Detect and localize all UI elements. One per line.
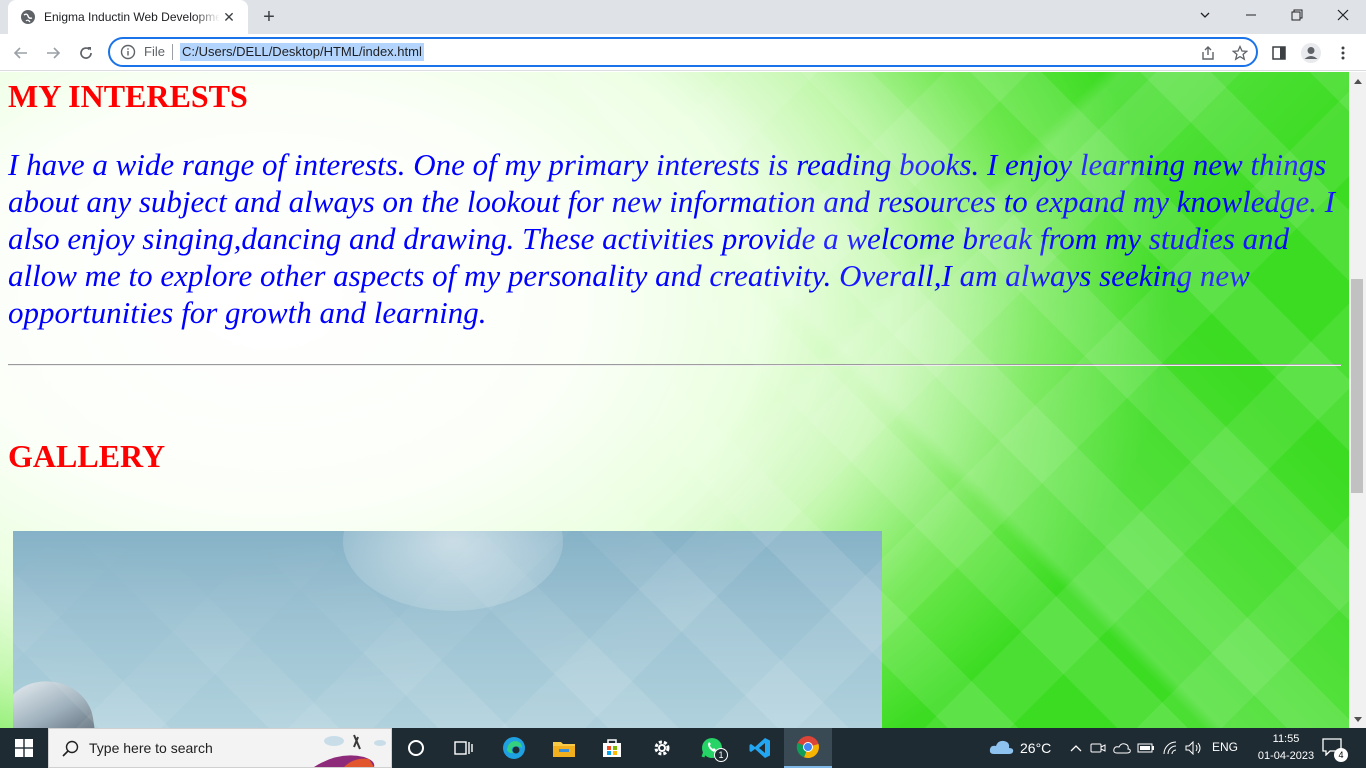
address-bar[interactable]: File C:/Users/DELL/Desktop/HTML/index.ht… <box>108 37 1258 67</box>
share-icon[interactable] <box>1198 43 1218 63</box>
windows-taskbar: Type here to search 1 26°C ENG 11:55 01-… <box>0 728 1366 768</box>
vertical-scrollbar[interactable] <box>1349 72 1366 728</box>
scrollbar-thumb[interactable] <box>1351 279 1363 493</box>
clock[interactable]: 11:55 01-04-2023 <box>1256 731 1316 765</box>
scroll-down-arrow-icon[interactable] <box>1349 711 1366 728</box>
cloud-icon <box>988 738 1014 759</box>
browser-tab[interactable]: Enigma Inductin Web Development ✕ <box>8 0 248 34</box>
windows-start-icon[interactable] <box>0 728 48 768</box>
info-icon[interactable] <box>120 44 136 60</box>
side-panel-icon[interactable] <box>1266 40 1292 66</box>
clock-time: 11:55 <box>1272 733 1300 745</box>
interests-heading: MY INTERESTS <box>8 78 248 114</box>
gallery-image <box>13 531 882 728</box>
microsoft-store-icon[interactable] <box>588 728 636 768</box>
globe-icon <box>20 9 36 25</box>
search-icon <box>61 739 81 759</box>
cortana-icon[interactable] <box>392 728 440 768</box>
bookmark-star-icon[interactable] <box>1230 43 1250 63</box>
sky-glow <box>343 531 563 611</box>
restore-icon[interactable] <box>1274 0 1320 30</box>
section-divider <box>8 364 1341 366</box>
snowy-rock <box>13 675 99 728</box>
close-tab-icon[interactable]: ✕ <box>220 8 238 26</box>
notification-center-icon[interactable]: 4 <box>1322 738 1348 762</box>
vscode-icon[interactable] <box>736 728 784 768</box>
interests-paragraph: I have a wide range of interests. One of… <box>8 147 1336 330</box>
tab-search-icon[interactable] <box>1182 0 1228 30</box>
chrome-icon[interactable] <box>784 728 832 768</box>
clock-date: 01-04-2023 <box>1257 750 1315 762</box>
meet-now-icon[interactable] <box>1088 738 1108 758</box>
taskbar-search-box[interactable]: Type here to search <box>48 728 392 768</box>
language-indicator[interactable]: ENG <box>1212 740 1238 754</box>
battery-icon[interactable] <box>1136 738 1156 758</box>
task-view-icon[interactable] <box>440 728 488 768</box>
settings-gear-icon[interactable] <box>638 728 686 768</box>
tab-title: Enigma Inductin Web Development <box>44 10 220 24</box>
close-window-icon[interactable] <box>1320 0 1366 30</box>
search-placeholder: Type here to search <box>89 740 213 756</box>
forward-arrow-icon[interactable] <box>40 40 66 66</box>
minimize-icon[interactable] <box>1228 0 1274 30</box>
search-highlight-art <box>314 731 392 767</box>
edge-icon[interactable] <box>490 728 538 768</box>
chevron-up-icon[interactable] <box>1066 738 1086 758</box>
profile-avatar[interactable] <box>1298 40 1324 66</box>
page-viewport: MY INTERESTS I have a wide range of inte… <box>0 72 1349 728</box>
volume-icon[interactable] <box>1184 738 1204 758</box>
whatsapp-badge: 1 <box>714 748 728 762</box>
new-tab-button[interactable]: + <box>258 6 280 28</box>
scroll-up-arrow-icon[interactable] <box>1349 72 1366 89</box>
notification-count: 4 <box>1334 748 1348 762</box>
temperature-text: 26°C <box>1020 740 1052 756</box>
browser-toolbar: File C:/Users/DELL/Desktop/HTML/index.ht… <box>0 34 1366 71</box>
url-text[interactable]: C:/Users/DELL/Desktop/HTML/index.html <box>180 43 424 61</box>
omnibox-divider <box>172 44 173 60</box>
tab-strip: Enigma Inductin Web Development ✕ + <box>0 0 1366 34</box>
menu-kebab-icon[interactable] <box>1330 40 1356 66</box>
gallery-heading: GALLERY <box>8 438 166 474</box>
scheme-label: File <box>144 44 165 59</box>
onedrive-icon[interactable] <box>1112 738 1132 758</box>
back-arrow-icon[interactable] <box>8 40 34 66</box>
wifi-icon[interactable] <box>1160 738 1180 758</box>
reload-icon[interactable] <box>73 40 99 66</box>
weather-widget[interactable]: 26°C <box>988 728 1051 768</box>
file-explorer-icon[interactable] <box>540 728 588 768</box>
whatsapp-icon[interactable]: 1 <box>688 728 736 768</box>
